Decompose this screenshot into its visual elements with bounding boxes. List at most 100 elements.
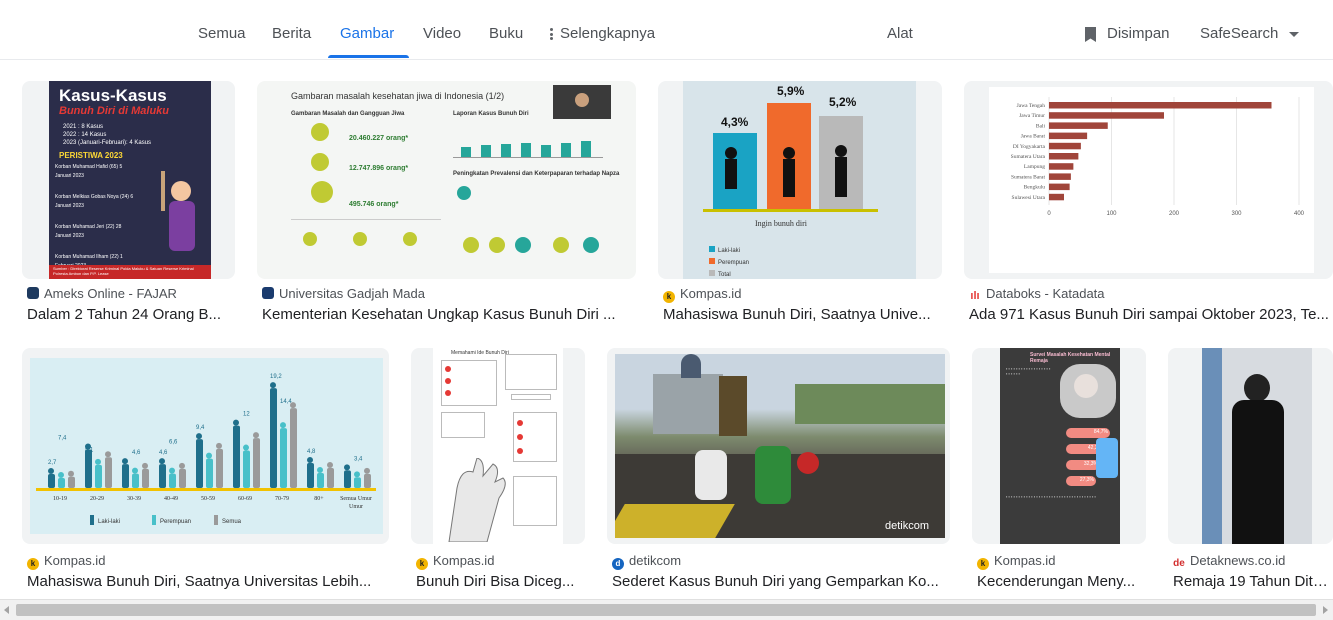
bookmark-icon[interactable]	[1084, 26, 1097, 43]
person-head	[48, 467, 54, 474]
age-group-label: 20-29	[90, 496, 104, 502]
result-title-5[interactable]: Mahasiswa Bunuh Diri, Saatnya Universita…	[27, 573, 387, 590]
result-thumbnail-4[interactable]: 0 100 200 300 400 Jawa Tengah Jawa Timur Bali Ja…	[964, 81, 1333, 279]
bar	[1049, 183, 1070, 191]
result-source-8[interactable]: k Kompas.id	[977, 553, 1145, 570]
result-source-6[interactable]: k Kompas.id	[416, 553, 584, 570]
result-source-9-label: Detaknews.co.id	[1190, 553, 1286, 568]
person-body	[95, 464, 102, 488]
result-source-5[interactable]: k Kompas.id	[27, 553, 387, 570]
person-body	[169, 473, 176, 488]
person-head	[132, 467, 138, 474]
legend-swatch	[90, 515, 94, 525]
result-thumbnail-7[interactable]: detikcom	[607, 348, 950, 544]
kompas-favicon-icon: k	[27, 558, 39, 570]
tab-selengkapnya-label: Selengkapnya	[560, 25, 656, 42]
legend-label: Laki-laki	[98, 519, 120, 525]
more-vert-icon	[550, 27, 554, 42]
result-source-2-label: Universitas Gadjah Mada	[279, 286, 425, 301]
axis-label: Umur	[349, 504, 363, 510]
result-title-6[interactable]: Bunuh Diri Bisa Diceg...	[416, 573, 584, 590]
detaknews-favicon-icon: de	[1173, 558, 1185, 570]
result-thumbnail-6[interactable]: Memahami Ide Bunuh Diri	[411, 348, 585, 544]
result-title-3[interactable]: Mahasiswa Bunuh Diri, Saatnya Unive...	[663, 306, 938, 323]
result-thumbnail-5[interactable]: 10-19 20-29 30-39 40-49 50-59 60-69 70-79 80+ Se…	[22, 348, 389, 544]
person-head	[317, 467, 323, 474]
result-source-9[interactable]: de Detaknews.co.id	[1173, 553, 1333, 570]
safesearch-button[interactable]: SafeSearch	[1200, 25, 1278, 42]
databoks-favicon-icon: ılı	[969, 290, 981, 302]
result-title-4[interactable]: Ada 971 Kasus Bunuh Diri sampai Oktober …	[969, 306, 1333, 323]
person-body	[48, 473, 55, 488]
scroll-left-arrow-icon[interactable]	[4, 606, 9, 614]
thumb-8-stat: 84,7%	[1093, 429, 1108, 435]
result-thumbnail-2[interactable]: Gambaran masalah kesehatan jiwa di Indon…	[257, 81, 636, 279]
result-title-2[interactable]: Kementerian Kesehatan Ungkap Kasus Bunuh…	[262, 306, 632, 323]
person-head	[364, 467, 370, 474]
person-body	[105, 457, 112, 488]
thumb-3-infographic: 4,3% 5,9% 5,2% Ingin bunuh diri Laki-lak…	[683, 81, 916, 279]
category-label: Sulawesi Utara	[1012, 195, 1046, 201]
thumb-2-left-title: Gambaran Masalah dan Gangguan Jiwa	[291, 111, 405, 117]
data-label: 5,1	[85, 447, 94, 453]
person-body	[159, 464, 166, 488]
thumb-6-heading: Memahami Ide Bunuh Diri	[451, 350, 509, 356]
bar	[1049, 112, 1164, 119]
result-thumbnail-3[interactable]: 4,3% 5,9% 5,2% Ingin bunuh diri Laki-lak…	[658, 81, 942, 279]
person-head	[354, 471, 360, 478]
person-head	[233, 419, 239, 426]
result-source-3[interactable]: k Kompas.id	[663, 286, 938, 303]
result-thumbnail-9[interactable]	[1168, 348, 1333, 544]
tab-selengkapnya[interactable]: Selengkapnya	[550, 25, 655, 42]
bar	[1049, 153, 1079, 160]
bar	[1049, 142, 1081, 150]
thumb-7-watermark: detikcom	[885, 520, 930, 532]
category-label: Jawa Timur	[1019, 113, 1045, 119]
person-head	[327, 462, 333, 469]
tab-buku[interactable]: Buku	[489, 25, 523, 42]
result-title-7[interactable]: Sederet Kasus Bunuh Diri yang Gemparkan …	[612, 573, 948, 590]
person-head	[179, 462, 185, 469]
thumb-5-people-chart: 10-19 20-29 30-39 40-49 50-59 60-69 70-79 80+ Se…	[36, 374, 376, 525]
person-body	[270, 388, 277, 488]
scroll-right-arrow-icon[interactable]	[1323, 606, 1328, 614]
category-label: Bali	[1036, 123, 1046, 129]
horizontal-scrollbar[interactable]	[0, 599, 1333, 620]
result-source-7[interactable]: d detikcom	[612, 553, 948, 570]
result-title-8[interactable]: Kecenderungan Meny...	[977, 573, 1145, 590]
saved-button[interactable]: Disimpan	[1107, 25, 1170, 42]
result-title-1[interactable]: Dalam 2 Tahun 24 Orang B...	[27, 306, 232, 323]
person-head	[196, 433, 202, 440]
result-thumbnail-1[interactable]: Kasus-Kasus Bunuh Diri di Maluku 2021 : …	[22, 81, 235, 279]
chevron-down-icon[interactable]	[1289, 32, 1299, 37]
data-label: 9,4	[196, 425, 205, 431]
thumb-4-bar-chart: 0 100 200 300 400 Jawa Tengah Jawa Timur Bali Ja…	[1011, 97, 1305, 217]
person-head	[122, 458, 128, 465]
scrollbar-thumb[interactable]	[16, 604, 1316, 616]
result-title-9[interactable]: Remaja 19 Tahun Dite...	[1173, 573, 1333, 590]
kompas-favicon-icon: k	[416, 558, 428, 570]
result-source-5-label: Kompas.id	[44, 553, 106, 568]
result-source-2[interactable]: Universitas Gadjah Mada	[262, 286, 632, 301]
tab-semua[interactable]: Semua	[198, 25, 246, 42]
person-body	[68, 476, 75, 488]
thumb-4-chart: 0 100 200 300 400 Jawa Tengah Jawa Timur Bali Ja…	[989, 87, 1314, 273]
thumb-1-footer: Sumber : Direktorat Reserse Kriminal Pol…	[49, 265, 211, 279]
thumb-2-video-inset	[553, 85, 611, 119]
tick-label: 100	[1106, 211, 1117, 217]
person-body	[206, 458, 213, 488]
person-head	[169, 467, 175, 474]
result-source-4[interactable]: ılı Databoks - Katadata	[969, 286, 1333, 302]
result-thumbnail-8[interactable]: Survei Masalah Kesehatan Mental Remaja ▪…	[972, 348, 1146, 544]
thumb-2-mid-title: Peningkatan Prevalensi dan Keterpaparan …	[453, 171, 620, 177]
data-label: 12	[243, 412, 250, 418]
thumb-2-n2: 12.747.896 orang*	[349, 165, 409, 172]
tab-video[interactable]: Video	[423, 25, 461, 42]
person-body	[243, 450, 250, 488]
data-label: 4,8	[307, 449, 316, 455]
tab-berita[interactable]: Berita	[272, 25, 311, 42]
tab-gambar[interactable]: Gambar	[340, 25, 394, 42]
person-body	[364, 473, 371, 488]
result-source-1[interactable]: Ameks Online - FAJAR	[27, 286, 232, 301]
tools-button[interactable]: Alat	[887, 25, 913, 42]
